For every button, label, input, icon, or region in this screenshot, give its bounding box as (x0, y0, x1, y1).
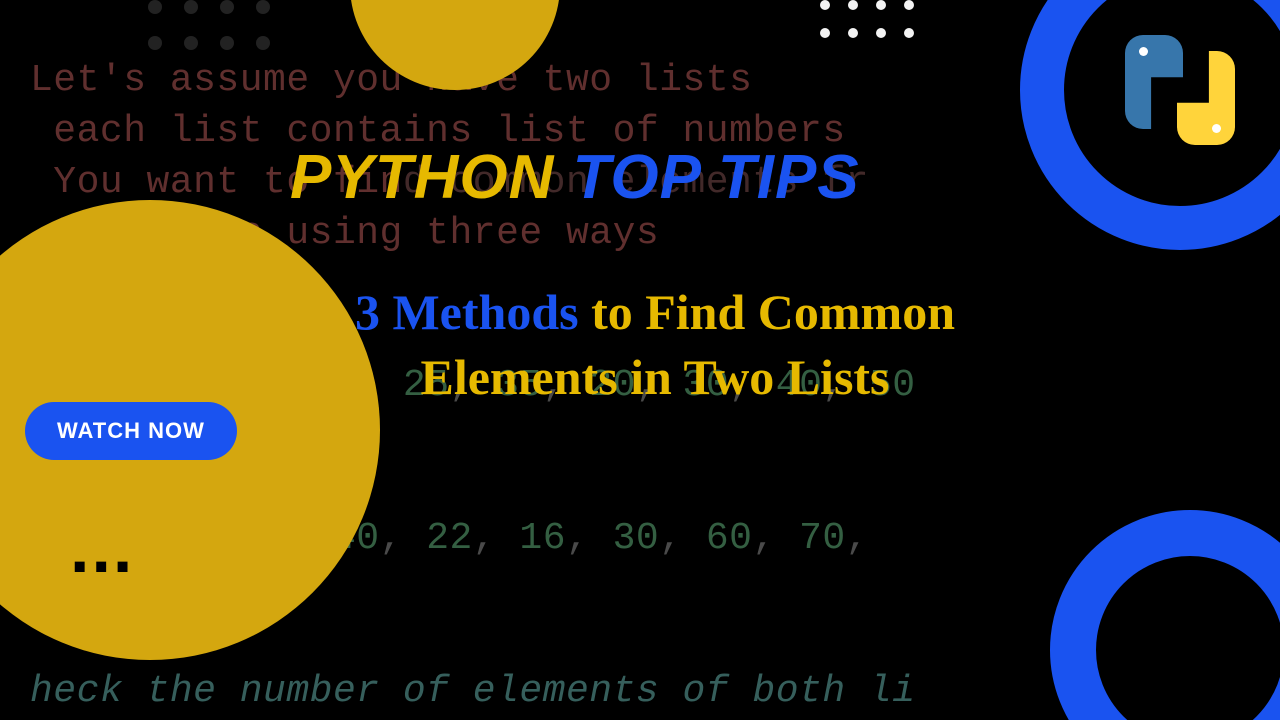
subtitle: 3 Methods to Find Common Elements in Two… (310, 280, 1000, 410)
ellipsis-icon: ... (70, 508, 134, 588)
heading-part1: PYTHON (290, 143, 554, 212)
dot-grid-light (820, 0, 914, 38)
main-heading: PYTHON TOP TIPS (290, 142, 860, 213)
dot-grid-dark (148, 0, 270, 50)
subtitle-accent: 3 Methods (355, 284, 579, 340)
watch-now-button[interactable]: WATCH NOW (25, 402, 237, 460)
heading-part2: TOP TIPS (554, 143, 859, 212)
python-logo-icon (1125, 35, 1235, 145)
